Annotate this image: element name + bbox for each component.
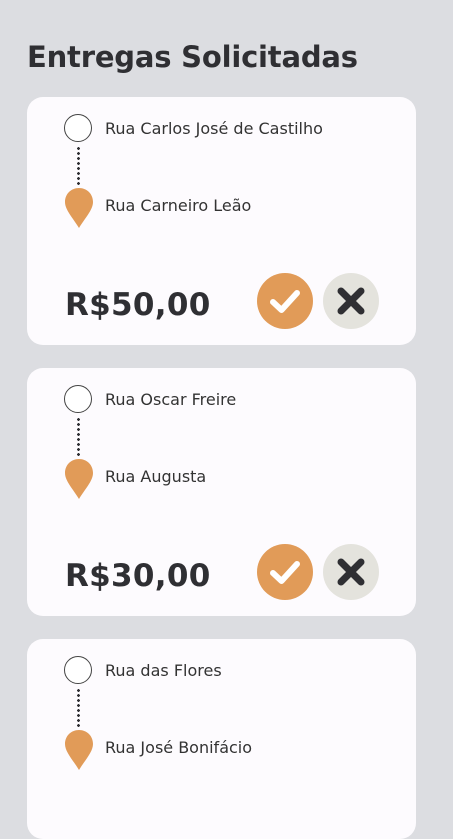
- delivery-card: Rua das Flores Rua José Bonifácio: [27, 639, 416, 839]
- delivery-price: R$50,00: [65, 287, 211, 323]
- check-icon: [270, 561, 300, 584]
- close-icon: [337, 287, 365, 315]
- close-icon: [337, 558, 365, 586]
- accept-button[interactable]: [257, 544, 313, 600]
- origin-circle-icon: [64, 114, 92, 142]
- page-title: Entregas Solicitadas: [27, 40, 358, 74]
- destination-address: Rua Carneiro Leão: [105, 196, 252, 215]
- destination-address: Rua Augusta: [105, 467, 207, 486]
- route-dotted-line: [77, 417, 80, 457]
- map-pin-icon: [65, 459, 93, 499]
- map-pin-icon: [65, 730, 93, 770]
- delivery-card: Rua Oscar Freire Rua Augusta R$30,00: [27, 368, 416, 616]
- reject-button[interactable]: [323, 273, 379, 329]
- destination-address: Rua José Bonifácio: [105, 738, 253, 757]
- reject-button[interactable]: [323, 544, 379, 600]
- route-dotted-line: [77, 146, 80, 186]
- origin-address: Rua Oscar Freire: [105, 390, 237, 409]
- accept-button[interactable]: [257, 273, 313, 329]
- origin-address: Rua das Flores: [105, 661, 222, 680]
- route-dotted-line: [77, 688, 80, 728]
- origin-circle-icon: [64, 385, 92, 413]
- check-icon: [270, 290, 300, 313]
- map-pin-icon: [65, 188, 93, 228]
- origin-circle-icon: [64, 656, 92, 684]
- origin-address: Rua Carlos José de Castilho: [105, 119, 323, 138]
- delivery-card: Rua Carlos José de Castilho Rua Carneiro…: [27, 97, 416, 345]
- delivery-price: R$30,00: [65, 558, 211, 594]
